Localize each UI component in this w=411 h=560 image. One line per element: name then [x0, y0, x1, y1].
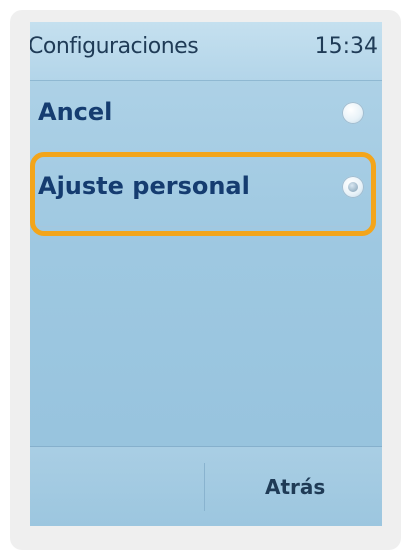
left-softkey[interactable] [30, 447, 204, 526]
phone-screen: Configuraciones 15:34 Ancel Ajuste perso… [30, 22, 382, 526]
softkey-bar: Atrás [30, 446, 382, 526]
page-title: Configuraciones [30, 34, 199, 59]
option-ancel[interactable]: Ancel [30, 80, 382, 150]
radio-button-ancel[interactable] [342, 102, 364, 124]
clock: 15:34 [314, 34, 378, 59]
radio-button-ajuste-personal[interactable] [342, 176, 364, 198]
list-divider [30, 226, 382, 227]
option-label: Ancel [38, 98, 113, 126]
option-label: Ajuste personal [38, 172, 250, 200]
back-softkey-label: Atrás [265, 475, 326, 499]
option-ajuste-personal[interactable]: Ajuste personal [30, 154, 382, 224]
back-softkey[interactable]: Atrás [205, 447, 382, 526]
title-bar: Configuraciones 15:34 [30, 22, 382, 81]
